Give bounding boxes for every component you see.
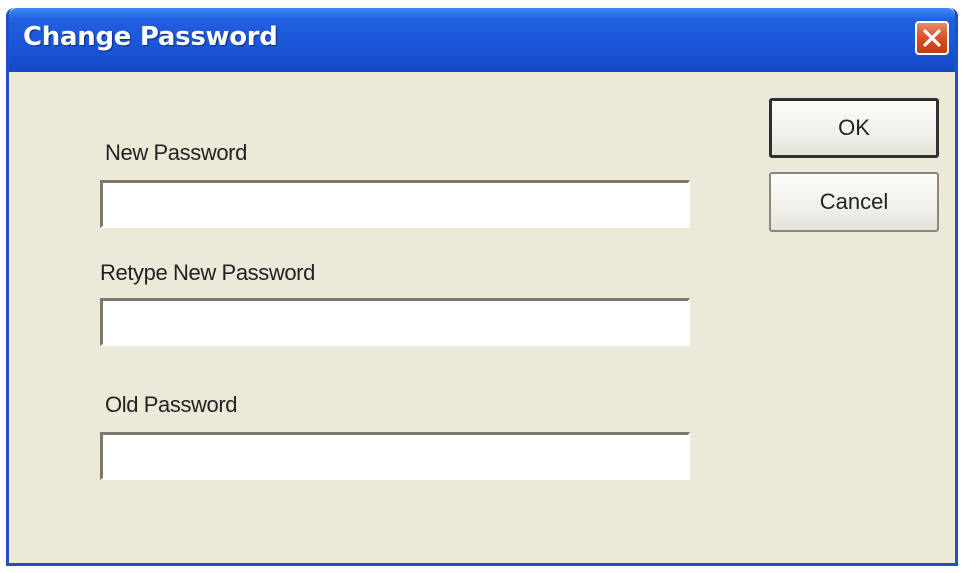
retype-new-password-input[interactable] [100,298,690,346]
old-password-input[interactable] [100,432,690,480]
new-password-label: New Password [105,140,247,165]
close-button[interactable] [915,21,949,55]
ok-button[interactable]: OK [769,98,939,158]
close-icon [923,29,941,47]
window-title: Change Password [23,22,278,52]
title-bar[interactable]: Change Password [9,8,955,72]
retype-new-password-label: Retype New Password [100,260,315,285]
old-password-label: Old Password [105,392,238,417]
cancel-button[interactable]: Cancel [769,172,939,232]
change-password-dialog: Change Password New Password Retype New … [6,8,958,566]
new-password-input[interactable] [100,180,690,228]
dialog-body: New Password Retype New Password Old Pas… [9,72,955,563]
